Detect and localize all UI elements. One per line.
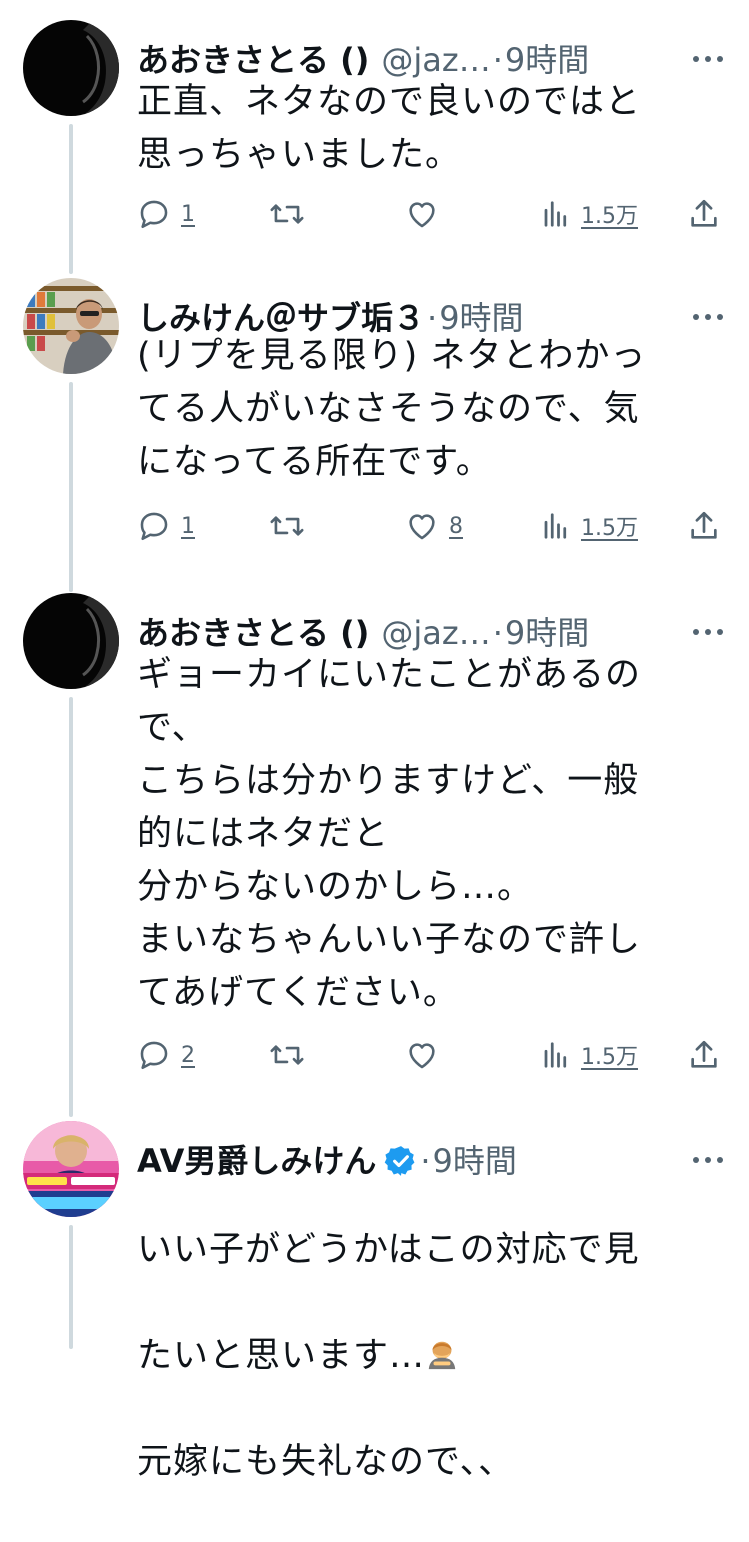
views-icon bbox=[544, 1042, 567, 1068]
reply-button[interactable]: 1 bbox=[137, 506, 195, 546]
more-options-icon[interactable] bbox=[693, 617, 723, 647]
tweet-actions: 1 1.5万 bbox=[137, 194, 729, 234]
retweet-button[interactable] bbox=[269, 1035, 305, 1075]
reply-button[interactable]: 1 bbox=[137, 194, 195, 234]
heart-icon bbox=[409, 1043, 435, 1069]
reply-icon bbox=[140, 512, 168, 541]
reply-icon bbox=[140, 1041, 168, 1070]
reply-icon bbox=[140, 200, 168, 229]
tweet-4[interactable]: AV男爵しみけん · 9時間 いい子がどうかはこの対応で見 たいと思います… 元… bbox=[0, 1121, 749, 1482]
reply-count: 1 bbox=[181, 201, 195, 227]
like-count: 8 bbox=[449, 513, 463, 539]
avatar[interactable] bbox=[23, 593, 119, 689]
thread-line bbox=[69, 382, 73, 592]
tweet-3[interactable]: あおきさとる () @jaz… · 9時間 ギョーカイにいたことがあるの で、 … bbox=[0, 593, 749, 1117]
views-button[interactable]: 1.5万 bbox=[541, 506, 638, 546]
thread-line bbox=[69, 1225, 73, 1349]
share-button[interactable] bbox=[687, 194, 721, 234]
more-options-icon[interactable] bbox=[693, 44, 723, 74]
heart-icon bbox=[409, 202, 435, 228]
more-options-icon[interactable] bbox=[693, 302, 723, 332]
retweet-icon bbox=[270, 204, 304, 224]
avatar[interactable] bbox=[23, 20, 119, 116]
share-button[interactable] bbox=[687, 506, 721, 546]
tweet-1[interactable]: あおきさとる () @jaz… · 9時間 正直、ネタなので良いのではと 思っち… bbox=[0, 20, 749, 274]
reply-count: 1 bbox=[181, 513, 195, 539]
tweet-text: 正直、ネタなので良いのではと 思っちゃいました。 bbox=[137, 82, 642, 175]
views-button[interactable]: 1.5万 bbox=[541, 194, 638, 234]
like-button[interactable] bbox=[405, 194, 439, 234]
thread-line bbox=[69, 124, 73, 274]
views-icon bbox=[544, 201, 567, 227]
tweet-actions: 1 8 1.5万 bbox=[137, 506, 729, 546]
tweet-text: (リプを見る限り) ネタとわかっ てる人がいなさそうなので、気 になってる所在で… bbox=[137, 336, 647, 482]
tweet-actions: 2 1.5万 bbox=[137, 1035, 729, 1075]
avatar[interactable] bbox=[23, 278, 119, 374]
views-count: 1.5万 bbox=[581, 204, 638, 229]
share-icon bbox=[691, 199, 717, 227]
retweet-icon bbox=[270, 516, 304, 536]
share-button[interactable] bbox=[687, 1035, 721, 1075]
reply-button[interactable]: 2 bbox=[137, 1035, 195, 1075]
tweet-text-line: たいと思います… bbox=[137, 1330, 709, 1383]
views-icon bbox=[544, 513, 567, 539]
views-button[interactable]: 1.5万 bbox=[541, 1035, 638, 1075]
views-count: 1.5万 bbox=[581, 516, 638, 541]
tweet-text: ギョーカイにいたことがあるの で、 こちらは分かりますけど、一般 的にはネタだと… bbox=[137, 655, 642, 1013]
tweet-2[interactable]: しみけん＠サブ垢３ · 9時間 (リプを見る限り) ネタとわかっ てる人がいなさ… bbox=[0, 278, 749, 592]
tweet-text-line: 元嫁にも失礼なので、、 bbox=[137, 1442, 515, 1482]
like-button[interactable] bbox=[405, 1035, 439, 1075]
retweet-button[interactable] bbox=[269, 506, 305, 546]
bowing-person-emoji-icon bbox=[428, 1341, 456, 1370]
like-button[interactable]: 8 bbox=[405, 506, 463, 546]
heart-icon bbox=[409, 514, 435, 540]
retweet-button[interactable] bbox=[269, 194, 305, 234]
views-count: 1.5万 bbox=[581, 1045, 638, 1070]
share-icon bbox=[691, 1040, 717, 1068]
retweet-icon bbox=[270, 1045, 304, 1065]
tweet-text: いい子がどうかはこの対応で見 たいと思います… 元嫁にも失礼なので、、 bbox=[137, 1171, 709, 1542]
thread-line bbox=[69, 697, 73, 1117]
avatar[interactable] bbox=[23, 1121, 119, 1217]
share-icon bbox=[691, 511, 717, 539]
tweet-text-line: いい子がどうかはこの対応で見 bbox=[137, 1230, 640, 1270]
reply-count: 2 bbox=[181, 1042, 195, 1068]
